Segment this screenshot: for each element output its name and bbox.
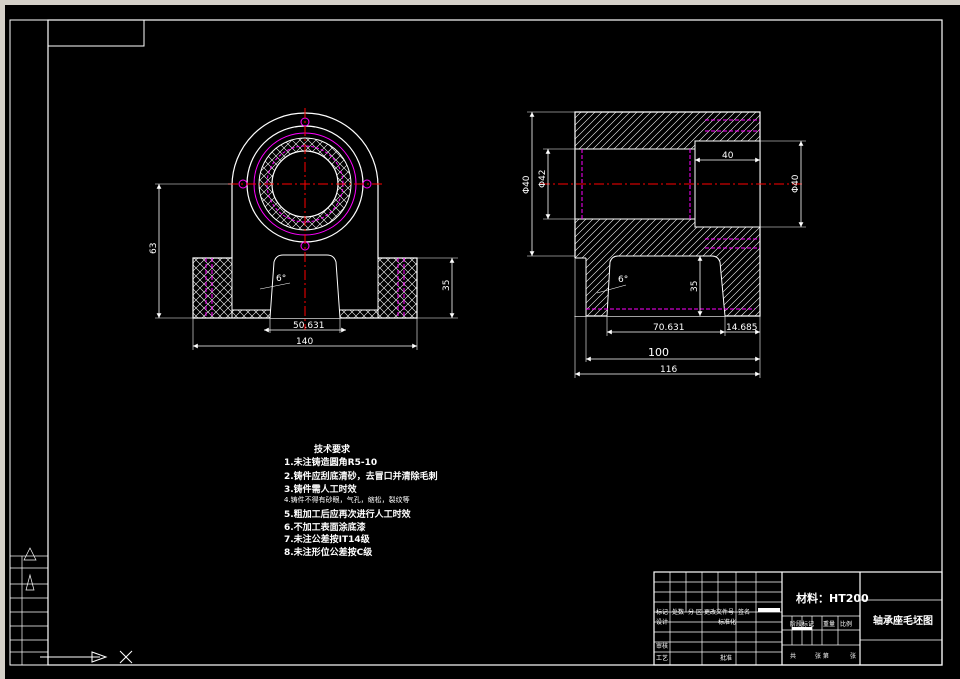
tb-label-approve: 批准 <box>720 654 732 662</box>
dim-side-dia-left: Φ40 <box>522 175 532 194</box>
dim-total-width: 140 <box>296 337 313 347</box>
tb-label-design: 设计 <box>656 618 668 626</box>
dim-slot-width: 50.631 <box>293 321 325 331</box>
tb-label-scale: 比例 <box>840 620 852 628</box>
note-line-4: 4.铸件不得有砂眼，气孔，缩松，裂纹等 <box>284 495 410 504</box>
outer-frame <box>9 19 943 666</box>
tb-label-zone: 分 区 <box>688 608 702 616</box>
tb-label-count: 处数 <box>672 608 684 616</box>
dim-side-dia-42: Φ42 <box>538 169 548 188</box>
tb-label-process: 工艺 <box>656 654 668 662</box>
note-line-5: 5.粗加工后应再次进行人工时效 <box>284 508 412 520</box>
side-view: Φ40 Φ42 Φ40 40 35 6° 70.631 14.685 100 1… <box>522 111 806 378</box>
tb-label-change: 更改文件号 <box>704 608 734 616</box>
tb-label-weight: 重量 <box>823 620 835 628</box>
dim-side-len-14: 14.685 <box>726 323 758 333</box>
tb-label-stage: 阶段标记 <box>790 620 814 628</box>
ucs-axis-icon <box>40 650 133 664</box>
note-line-8: 8.未注形位公差按C级 <box>284 546 373 558</box>
note-line-7: 7.未注公差按IT14级 <box>284 533 371 545</box>
tb-sheet-no: 张 第 <box>815 652 829 660</box>
technical-notes: 技术要求 1.未注铸造圆角R5-10 2.铸件应刮底清砂，去冒口并清除毛刺 3.… <box>284 443 438 558</box>
note-line-2: 2.铸件应刮底清砂，去冒口并清除毛刺 <box>284 470 438 482</box>
note-line-1: 1.未注铸造圆角R5-10 <box>284 456 377 468</box>
dim-front-height-35: 35 <box>442 280 452 291</box>
dim-front-angle: 6° <box>276 274 286 284</box>
dim-side-len-40: 40 <box>722 151 734 161</box>
tb-sheet-total: 共 <box>790 652 796 660</box>
drawing-number-box <box>47 19 145 47</box>
tb-sheet-end: 张 <box>850 652 856 660</box>
note-line-6: 6.不加工表面涂底漆 <box>284 521 366 533</box>
dim-side-angle: 6° <box>618 275 628 285</box>
dim-height-63: 63 <box>149 243 159 254</box>
dim-side-len-70: 70.631 <box>653 323 685 333</box>
inner-frame <box>47 19 943 666</box>
tb-material: 材料：HT200 <box>796 591 869 605</box>
note-line-3: 3.铸件需人工时效 <box>284 483 358 495</box>
tb-label-mark: 标记 <box>656 608 668 616</box>
front-view: 63 35 50.631 140 6° <box>149 108 458 350</box>
tb-label-sign: 签名 <box>738 608 750 616</box>
dim-side-len-100: 100 <box>648 346 669 359</box>
left-revision-strip <box>9 547 49 666</box>
title-block: 材料：HT200 轴承座毛坯图 标记 处数 分 区 更改文件号 签名 设计 标准… <box>653 571 943 666</box>
side-base-slot <box>606 255 726 317</box>
tb-part-name: 轴承座毛坯图 <box>873 614 933 627</box>
notes-title: 技术要求 <box>314 443 351 455</box>
tb-label-standard: 标准化 <box>718 618 736 626</box>
dim-side-height-35: 35 <box>690 281 700 292</box>
cad-drawing-canvas[interactable]: 63 35 50.631 140 6° Φ40 Φ42 Φ40 40 35 6°… <box>0 0 960 679</box>
dim-side-dia-right: Φ40 <box>791 174 801 193</box>
dim-side-len-116: 116 <box>660 365 677 375</box>
tb-label-review: 审核 <box>656 642 668 650</box>
